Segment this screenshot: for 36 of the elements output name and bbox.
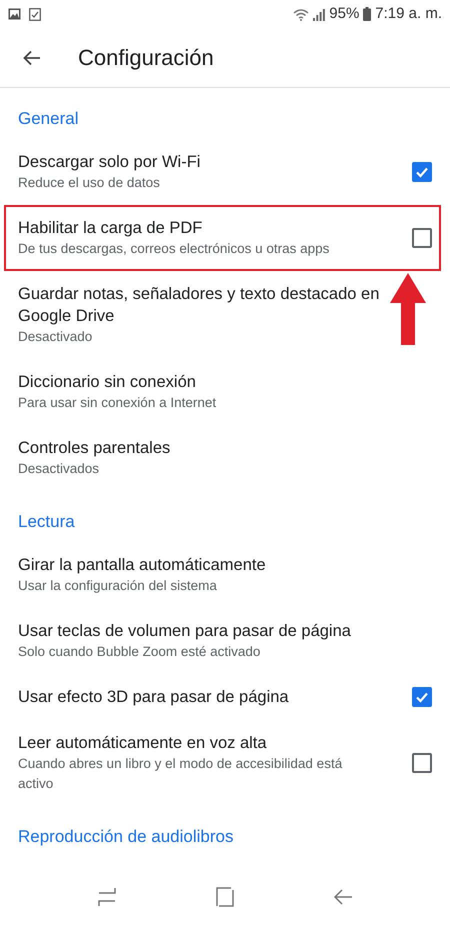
setting-subtitle: Para usar sin conexión a Internet bbox=[18, 394, 218, 412]
checkbox[interactable] bbox=[412, 162, 432, 182]
wifi-icon bbox=[293, 8, 310, 20]
home-icon[interactable] bbox=[215, 887, 235, 907]
section-header: Lectura bbox=[17, 511, 76, 533]
image-icon bbox=[8, 8, 21, 20]
section-header: Reproducción de audiolibros bbox=[17, 826, 234, 848]
recents-icon[interactable] bbox=[97, 887, 117, 907]
setting-subtitle: Desactivado bbox=[18, 328, 94, 346]
checkbox[interactable] bbox=[412, 753, 432, 773]
setting-title: Girar la pantalla automáticamente bbox=[18, 555, 267, 576]
setting-title: Diccionario sin conexión bbox=[18, 372, 197, 393]
section-header: General bbox=[17, 108, 80, 130]
checkbox[interactable] bbox=[412, 228, 432, 248]
back-arrow-icon bbox=[23, 50, 41, 66]
back-icon[interactable] bbox=[333, 887, 353, 907]
setting-title: Habilitar la carga de PDF bbox=[18, 218, 204, 239]
clock-text: 7:19 a. m. bbox=[375, 4, 442, 24]
setting-title: Usar teclas de volumen para pasar de página bbox=[18, 621, 352, 642]
battery-text: 95% bbox=[329, 4, 360, 24]
setting-subtitle: Usar la configuración del sistema bbox=[18, 577, 218, 595]
checklist-icon bbox=[29, 8, 41, 20]
setting-subtitle: Reduce el uso de datos bbox=[18, 174, 161, 192]
setting-subtitle: Solo cuando Bubble Zoom esté activado bbox=[18, 643, 262, 661]
setting-title: Descargar solo por Wi‑Fi bbox=[18, 152, 202, 173]
signal-icon bbox=[313, 8, 326, 20]
battery-icon bbox=[363, 7, 372, 21]
setting-subtitle: Cuando abres un libro y el modo de accesibilidad está activo bbox=[18, 755, 344, 793]
setting-title: Controles parentales bbox=[18, 438, 172, 459]
checkbox[interactable] bbox=[412, 687, 432, 707]
setting-subtitle: Desactivados bbox=[18, 460, 100, 478]
setting-title: Leer automáticamente en voz alta bbox=[18, 733, 268, 754]
screen-title: Configuración bbox=[78, 44, 214, 72]
setting-subtitle: De tus descargas, correos electrónicos u otras apps bbox=[18, 240, 330, 258]
setting-title: Usar efecto 3D para pasar de página bbox=[18, 687, 290, 708]
setting-title: Guardar notas, señaladores y texto destacado en Google Drive bbox=[18, 284, 380, 327]
